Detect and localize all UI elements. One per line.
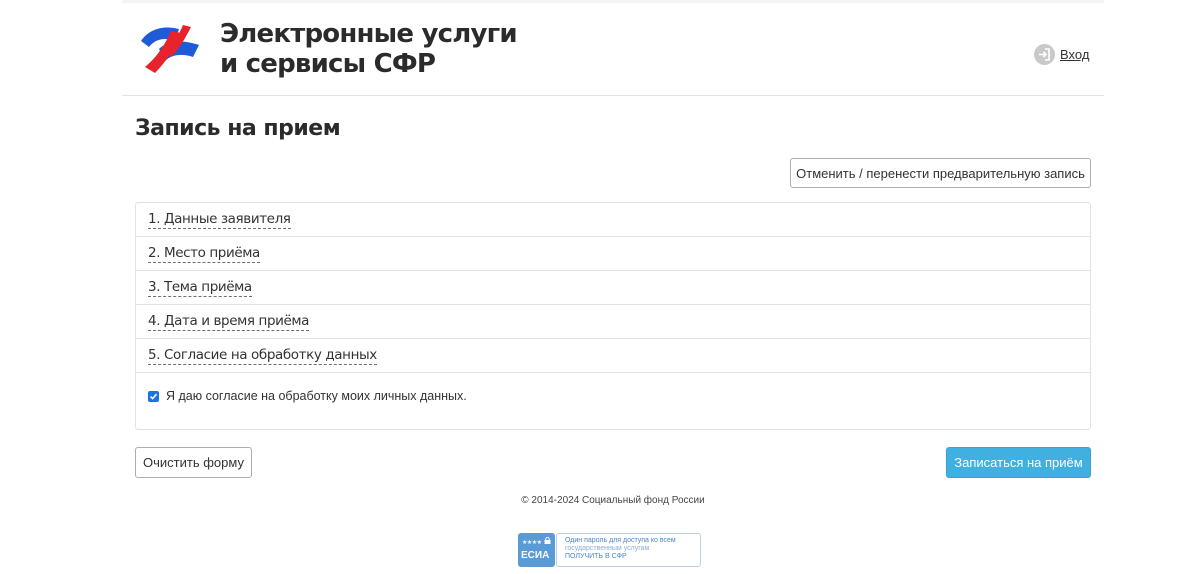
step-reception-topic[interactable]: 3. Тема приёма — [136, 271, 1090, 305]
esia-stars: ★★★★ — [522, 540, 542, 546]
consent-label[interactable]: Я даю согласие на обработку моих личных … — [166, 389, 467, 403]
esia-badge: ★★★★ ЕСИА — [518, 533, 555, 567]
esia-line3: ПОЛУЧИТЬ В СФР — [565, 553, 627, 560]
step-consent[interactable]: 5. Согласие на обработку данных — [136, 339, 1090, 373]
login-icon — [1034, 44, 1055, 65]
lock-icon — [544, 537, 551, 544]
site-title: Электронные услуги и сервисы СФР — [220, 19, 518, 79]
esia-line2: государственным услугам — [565, 545, 650, 552]
check-icon — [149, 393, 158, 400]
appointment-steps: 1. Данные заявителя 2. Место приёма 3. Т… — [135, 202, 1091, 430]
sfr-logo-icon[interactable] — [135, 17, 205, 79]
site-title-line1: Электронные услуги — [220, 19, 518, 49]
submit-appointment-button[interactable]: Записаться на приём — [946, 447, 1091, 478]
clear-form-button[interactable]: Очистить форму — [135, 447, 252, 478]
consent-row: Я даю согласие на обработку моих личных … — [148, 389, 467, 403]
cancel-reschedule-button[interactable]: Отменить / перенести предварительную зап… — [790, 158, 1091, 188]
step-date-time[interactable]: 4. Дата и время приёма — [136, 305, 1090, 339]
esia-banner[interactable]: ★★★★ ЕСИА Один пароль для доступа ко все… — [518, 533, 701, 567]
step-applicant-data[interactable]: 1. Данные заявителя — [136, 203, 1090, 237]
site-title-line2: и сервисы СФР — [220, 49, 436, 79]
page: Электронные услуги и сервисы СФР Вход За… — [0, 0, 1200, 574]
step-label[interactable]: 4. Дата и время приёма — [148, 313, 309, 331]
step-label[interactable]: 3. Тема приёма — [148, 279, 252, 297]
step-label[interactable]: 2. Место приёма — [148, 245, 260, 263]
site-header: Электронные услуги и сервисы СФР Вход — [122, 3, 1104, 96]
esia-text: Один пароль для доступа ко всем государс… — [556, 533, 701, 567]
esia-label: ЕСИА — [521, 550, 550, 561]
step-label[interactable]: 1. Данные заявителя — [148, 211, 291, 229]
page-title: Запись на прием — [135, 116, 341, 141]
login-label[interactable]: Вход — [1060, 47, 1089, 62]
copyright: © 2014-2024 Социальный фонд России — [521, 495, 705, 506]
esia-line1: Один пароль для доступа ко всем — [565, 537, 676, 544]
step-label[interactable]: 5. Согласие на обработку данных — [148, 347, 377, 365]
step-reception-place[interactable]: 2. Место приёма — [136, 237, 1090, 271]
consent-checkbox[interactable] — [148, 390, 159, 402]
login-link[interactable]: Вход — [1034, 44, 1089, 65]
